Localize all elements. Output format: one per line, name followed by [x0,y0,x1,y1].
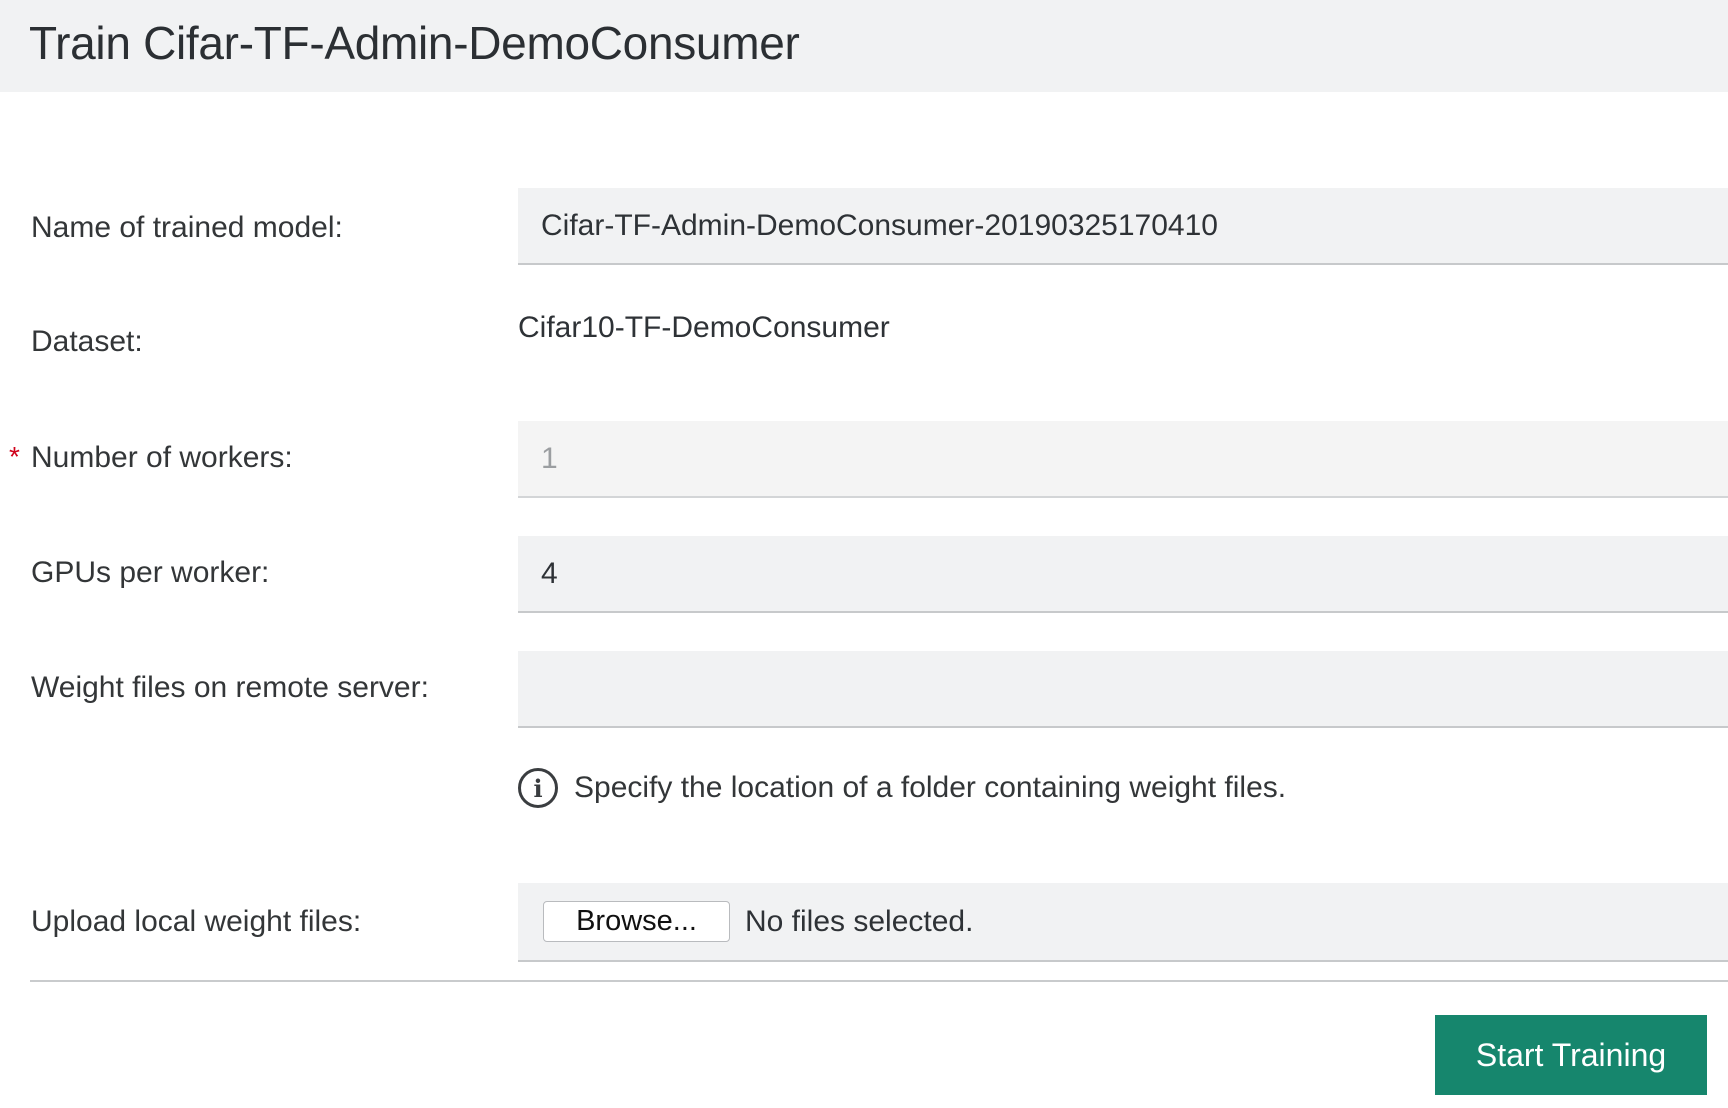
remote-weights-hint: i Specify the location of a folder conta… [518,768,1286,808]
model-name-input[interactable] [518,188,1728,265]
page-title: Train Cifar-TF-Admin-DemoConsumer [29,17,800,69]
gpus-input[interactable] [518,536,1728,613]
browse-button[interactable]: Browse... [543,901,730,942]
workers-label: Number of workers: [31,441,293,474]
remote-weights-input[interactable] [518,651,1728,728]
info-icon: i [518,768,558,808]
gpus-label: GPUs per worker: [31,556,270,589]
divider [30,980,1728,982]
remote-weights-label: Weight files on remote server: [31,671,429,704]
hint-text: Specify the location of a folder contain… [574,771,1287,804]
dataset-label: Dataset: [31,325,143,358]
file-upload-field: Browse... No files selected. [518,883,1728,962]
local-weights-label: Upload local weight files: [31,905,362,938]
file-status: No files selected. [745,904,974,938]
start-training-button[interactable]: Start Training [1435,1015,1707,1095]
model-name-label: Name of trained model: [31,211,343,244]
page-header: Train Cifar-TF-Admin-DemoConsumer [0,0,1728,92]
dataset-value: Cifar10-TF-DemoConsumer [518,311,890,344]
required-marker: * [9,441,20,472]
workers-input [518,421,1728,498]
